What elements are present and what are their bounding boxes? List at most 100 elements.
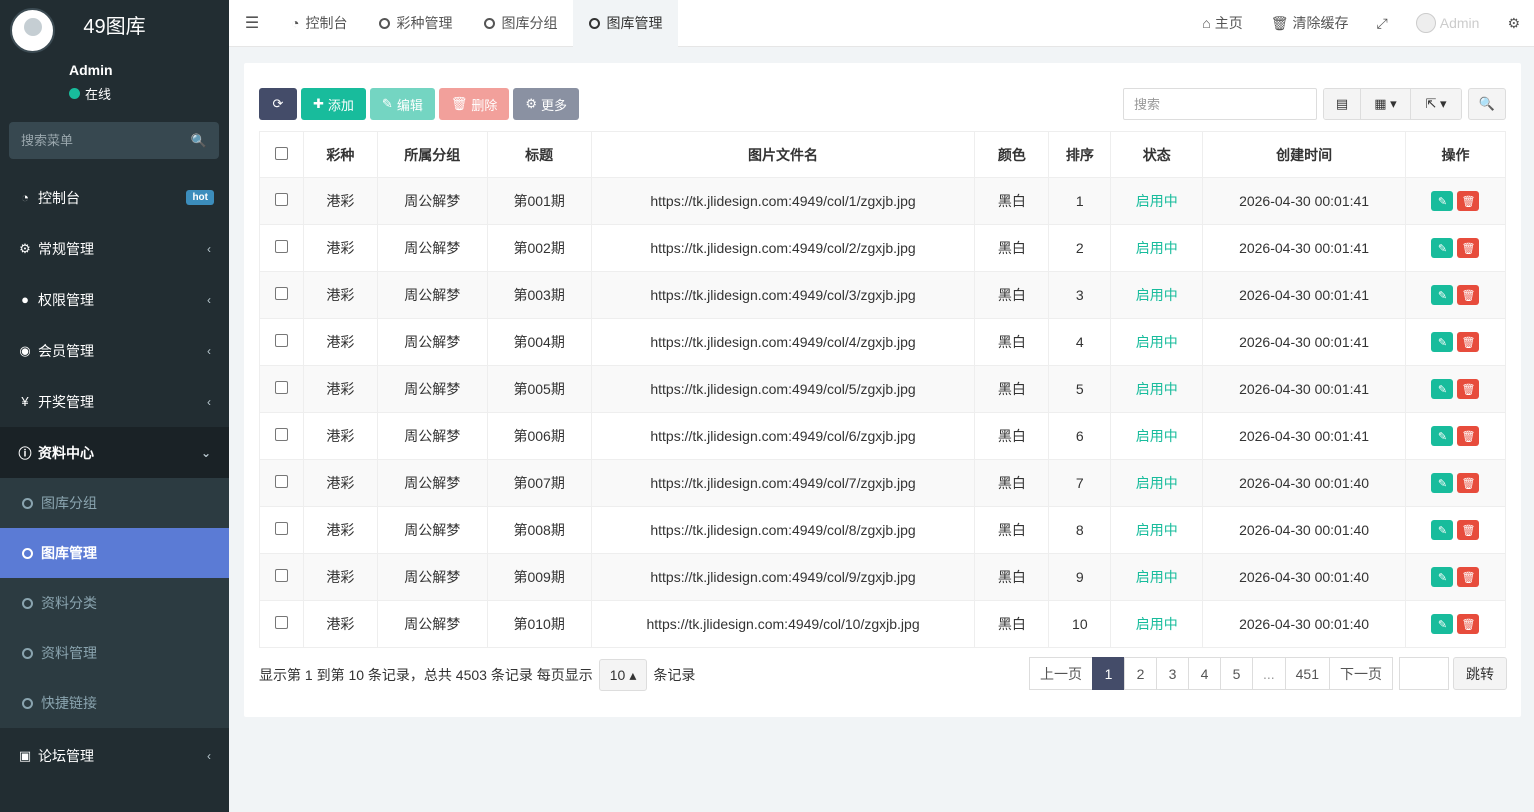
delete-row-button[interactable]: 🗑 [1457,191,1480,211]
row-checkbox[interactable] [274,569,288,582]
column-header[interactable]: 颜色 [974,131,1050,178]
column-header[interactable]: 图片文件名 [590,131,976,178]
delete-row-button[interactable]: 🗑 [1457,520,1480,540]
menu-search-input[interactable] [21,133,181,148]
tab-lottery-types[interactable]: 彩种管理 [363,0,468,47]
delete-row-button[interactable]: 🗑 [1457,614,1480,634]
sidebar-item-members[interactable]: ◉ 会员管理 ‹ [0,325,229,376]
row-checkbox[interactable] [274,616,288,629]
table-row[interactable]: 港彩 周公解梦 第007期 https://tk.jlidesign.com:4949… [259,459,1507,507]
page-button[interactable]: 1 [1091,657,1125,690]
edit-row-button[interactable]: ✎ [1431,426,1454,446]
clear-cache-link[interactable]: 🗑 清除缓存 [1257,13,1363,33]
page-button[interactable]: 4 [1187,657,1221,690]
edit-row-button[interactable]: ✎ [1431,238,1454,258]
jump-page-input[interactable] [1399,657,1449,690]
sidebar-item-general[interactable]: ⚙ 常规管理 ‹ [0,223,229,274]
delete-row-button[interactable]: 🗑 [1457,567,1480,587]
row-checkbox[interactable] [274,522,288,535]
table-row[interactable]: 港彩 周公解梦 第001期 https://tk.jlidesign.com:4949… [259,177,1507,225]
edit-row-button[interactable]: ✎ [1431,567,1454,587]
refresh-button[interactable]: ⟳ [259,88,297,120]
jump-button[interactable]: 跳转 [1453,657,1507,690]
home-link[interactable]: ⌂ 主页 [1188,13,1256,33]
sidebar-subitem-gallery-group[interactable]: 图库分组 [0,478,229,528]
table-row[interactable]: 港彩 周公解梦 第004期 https://tk.jlidesign.com:4949… [259,318,1507,366]
export-button[interactable]: ⇱ ▾ [1411,89,1461,119]
edit-row-button[interactable]: ✎ [1431,332,1454,352]
row-checkbox[interactable] [274,428,288,441]
page-button[interactable]: 5 [1219,657,1253,690]
edit-row-button[interactable]: ✎ [1431,473,1454,493]
tab-gallery-manage[interactable]: 图库管理 [573,0,679,47]
table-search-input[interactable] [1123,88,1317,120]
table-row[interactable]: 港彩 周公解梦 第002期 https://tk.jlidesign.com:4949… [259,224,1507,272]
sidebar-subitem-data-manage[interactable]: 资料管理 [0,628,229,678]
delete-row-button[interactable]: 🗑 [1457,426,1480,446]
column-header[interactable]: 创建时间 [1202,131,1406,178]
table-cell: 周公解梦 [376,506,488,554]
columns-button[interactable]: ▦ ▾ [1361,89,1411,119]
fullscreen-button[interactable]: ⤢ [1363,15,1402,32]
column-header[interactable]: 所属分组 [376,131,488,178]
avatar[interactable] [10,8,55,53]
page-button[interactable]: 451 [1284,657,1330,690]
data-table: 彩种 所属分组 标题 图片文件名 颜色 排序 状态 创建时间 操作 港彩 周公解梦… [259,131,1507,648]
toggle-view-button[interactable]: ▤ [1324,89,1361,119]
table-row[interactable]: 港彩 周公解梦 第005期 https://tk.jlidesign.com:4949… [259,365,1507,413]
delete-row-button[interactable]: 🗑 [1457,332,1480,352]
add-button[interactable]: ✚ 添加 [301,88,366,120]
sidebar-item-permissions[interactable]: ● 权限管理 ‹ [0,274,229,325]
settings-button[interactable]: ⚙ [1493,15,1534,32]
search-icon[interactable]: 🔍 [191,133,207,149]
table-cell: 港彩 [302,412,378,460]
sidebar-item-dashboard[interactable]: ◔ 控制台 hot [0,172,229,223]
delete-row-button[interactable]: 🗑 [1457,473,1480,493]
column-header[interactable]: 彩种 [302,131,378,178]
sidebar-item-data-center[interactable]: ⓘ 资料中心 ⌄ [0,427,229,478]
table-row[interactable]: 港彩 周公解梦 第006期 https://tk.jlidesign.com:4949… [259,412,1507,460]
sidebar-subitem-data-category[interactable]: 资料分类 [0,578,229,628]
column-header[interactable]: 状态 [1110,131,1204,178]
edit-row-button[interactable]: ✎ [1431,285,1454,305]
page-size-select[interactable]: 10 ▴ [598,659,648,691]
table-row[interactable]: 港彩 周公解梦 第010期 https://tk.jlidesign.com:4949… [259,600,1507,648]
sidebar-item-forum[interactable]: ▣ 论坛管理 ‹ [0,728,229,784]
tab-gallery-group[interactable]: 图库分组 [468,0,573,47]
delete-row-button[interactable]: 🗑 [1457,238,1480,258]
edit-row-button[interactable]: ✎ [1431,191,1454,211]
table-row[interactable]: 港彩 周公解梦 第008期 https://tk.jlidesign.com:4949… [259,506,1507,554]
page-button[interactable]: 3 [1155,657,1189,690]
edit-row-button[interactable]: ✎ [1431,614,1454,634]
edit-button[interactable]: ✎ 编辑 [369,88,435,120]
row-checkbox[interactable] [274,334,288,347]
row-checkbox[interactable] [274,381,288,394]
column-header[interactable]: 排序 [1048,131,1112,178]
row-checkbox[interactable] [274,240,288,253]
row-checkbox[interactable] [274,193,288,206]
row-checkbox[interactable] [274,287,288,300]
advanced-search-button[interactable]: 🔍 [1468,88,1506,120]
more-button[interactable]: ⚙ 更多 [513,88,580,120]
row-select-cell [259,506,304,554]
table-row[interactable]: 港彩 周公解梦 第003期 https://tk.jlidesign.com:4949… [259,271,1507,319]
delete-row-button[interactable]: 🗑 [1457,379,1480,399]
prev-page-button[interactable]: 上一页 [1028,657,1093,690]
delete-button[interactable]: 🗑 删除 [438,88,510,120]
edit-row-button[interactable]: ✎ [1431,520,1454,540]
page-button[interactable]: 2 [1123,657,1157,690]
user-menu[interactable]: Admin [1402,13,1494,33]
sidebar-item-lottery[interactable]: ¥ 开奖管理 ‹ [0,376,229,427]
row-checkbox[interactable] [274,475,288,488]
hamburger-icon[interactable]: ☰ [229,13,275,33]
submenu: 图库分组 图库管理 资料分类 资料管理 快捷链接 [0,478,229,728]
edit-row-button[interactable]: ✎ [1431,379,1454,399]
delete-row-button[interactable]: 🗑 [1457,285,1480,305]
sidebar-subitem-gallery-manage[interactable]: 图库管理 [0,528,229,578]
tab-dashboard[interactable]: ◔ 控制台 [275,0,363,47]
column-header[interactable]: 标题 [486,131,592,178]
sidebar-subitem-quick-links[interactable]: 快捷链接 [0,678,229,728]
table-row[interactable]: 港彩 周公解梦 第009期 https://tk.jlidesign.com:4949… [259,553,1507,601]
next-page-button[interactable]: 下一页 [1329,657,1393,690]
select-all-checkbox[interactable] [274,146,288,160]
